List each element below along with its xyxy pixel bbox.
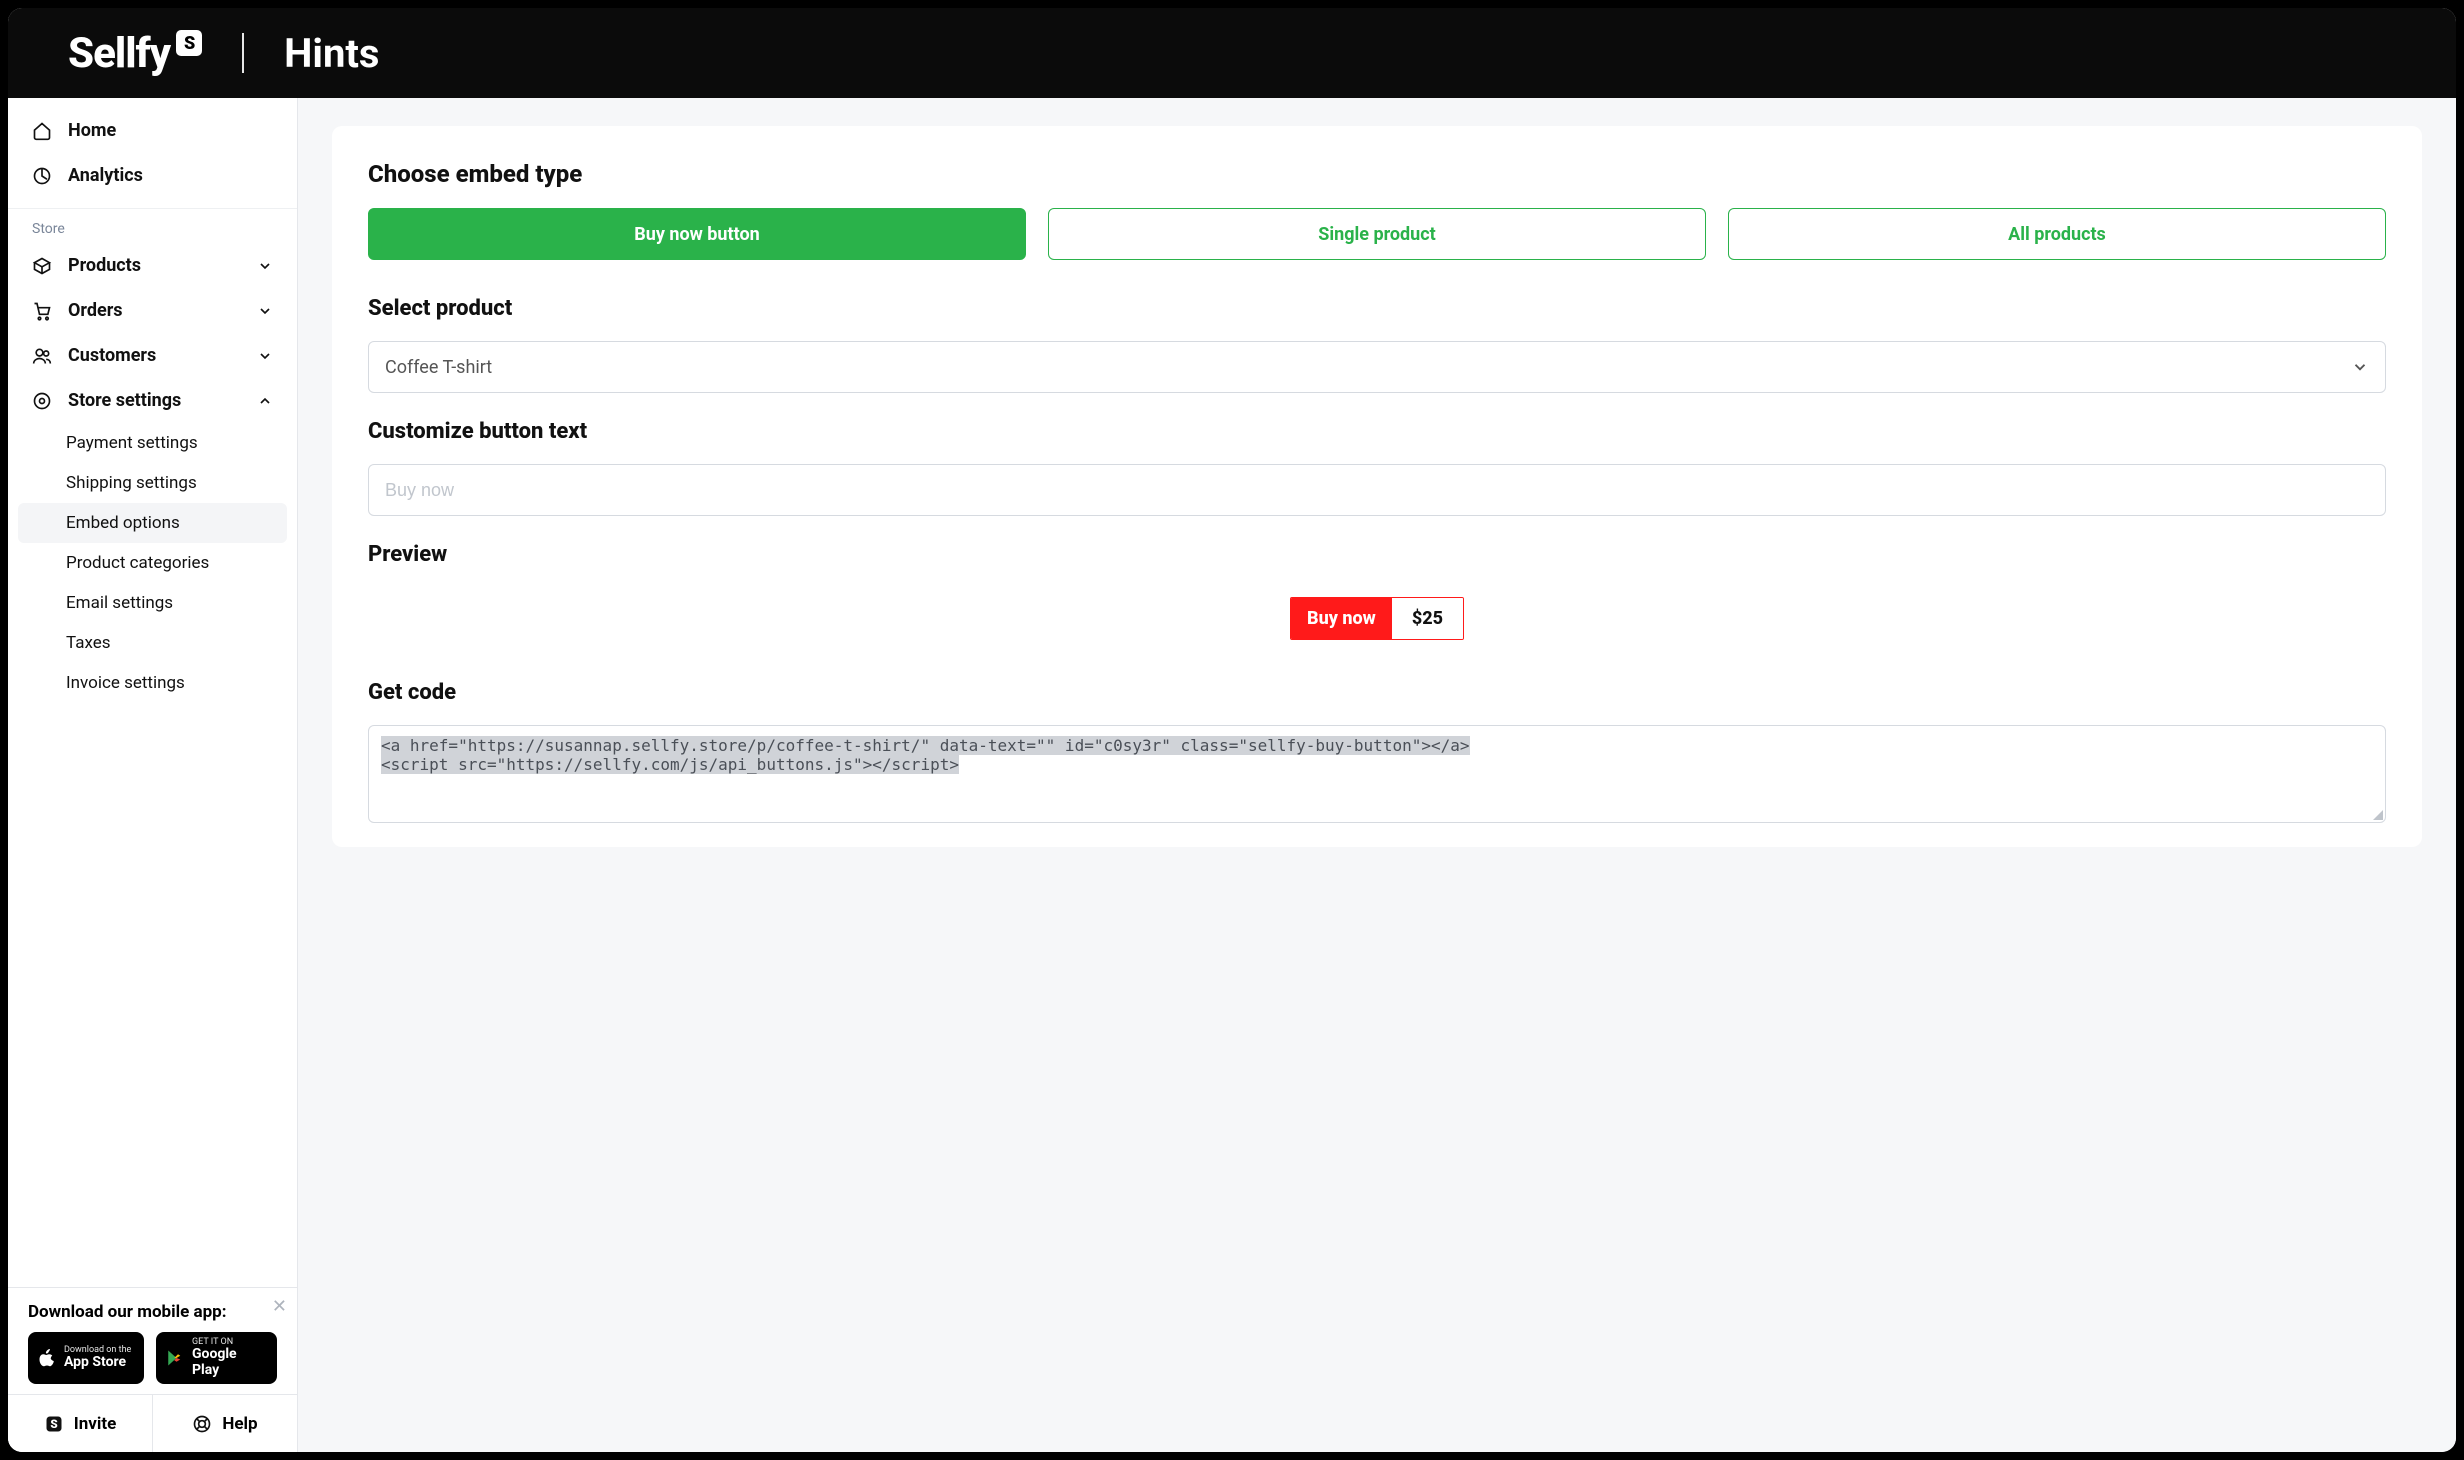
play-bottom-text: Google Play (192, 1347, 267, 1378)
appstore-top-text: Download on the (64, 1346, 131, 1355)
box-icon (32, 256, 52, 276)
sidebar-item-label: Orders (68, 300, 123, 321)
sidebar-item-customers[interactable]: Customers (8, 333, 297, 378)
topbar-separator (242, 33, 244, 73)
help-label: Help (222, 1414, 257, 1434)
brand-badge-icon: S (176, 30, 202, 56)
product-select-value: Coffee T-shirt (385, 357, 492, 378)
settings-icon (32, 391, 52, 411)
help-icon (192, 1414, 212, 1434)
brand-logo[interactable]: Sellfy S (68, 29, 202, 78)
preview-buy-button[interactable]: Buy now $25 (1290, 597, 1464, 640)
sidebar-item-label: Products (68, 255, 141, 276)
invite-label: Invite (74, 1414, 117, 1434)
home-icon (32, 121, 52, 141)
sidebar-sub-product-categories[interactable]: Product categories (8, 543, 297, 583)
brand-text: Sellfy (68, 29, 170, 78)
sidebar-item-label: Store settings (68, 390, 181, 411)
chevron-down-icon (257, 348, 273, 364)
chevron-up-icon (257, 393, 273, 409)
sidebar-group-label: Store (8, 209, 297, 243)
sidebar-item-store-settings[interactable]: Store settings (8, 378, 297, 423)
sidebar-item-orders[interactable]: Orders (8, 288, 297, 333)
tab-buy-now-button[interactable]: Buy now button (368, 208, 1026, 260)
svg-text:S: S (50, 1417, 57, 1431)
invite-icon: S (44, 1414, 64, 1434)
main-content: Choose embed type Buy now button Single … (298, 98, 2456, 1452)
chevron-down-icon (257, 303, 273, 319)
sidebar-sub-email-settings[interactable]: Email settings (8, 583, 297, 623)
cart-icon (32, 301, 52, 321)
appstore-bottom-text: App Store (64, 1355, 131, 1370)
tab-all-products[interactable]: All products (1728, 208, 2386, 260)
close-icon[interactable]: ✕ (272, 1296, 287, 1317)
download-panel: ✕ Download our mobile app: Download on t… (8, 1287, 297, 1394)
users-icon (32, 346, 52, 366)
download-title: Download our mobile app: (28, 1302, 277, 1322)
sidebar-sub-taxes[interactable]: Taxes (8, 623, 297, 663)
sidebar-sub-invoice-settings[interactable]: Invoice settings (8, 663, 297, 703)
sidebar-item-analytics[interactable]: Analytics (8, 153, 297, 198)
apple-icon (38, 1347, 56, 1369)
help-button[interactable]: Help (153, 1395, 297, 1452)
invite-button[interactable]: S Invite (8, 1395, 152, 1452)
sidebar-item-label: Analytics (68, 165, 143, 186)
googleplay-badge[interactable]: GET IT ON Google Play (156, 1332, 277, 1384)
page-title: Hints (284, 30, 379, 77)
choose-embed-title: Choose embed type (368, 160, 2386, 188)
sidebar-sub-payment-settings[interactable]: Payment settings (8, 423, 297, 463)
sidebar-sub-embed-options[interactable]: Embed options (18, 503, 287, 543)
customize-text-title: Customize button text (368, 419, 2386, 444)
preview-buy-label: Buy now (1291, 598, 1392, 639)
sidebar-sub-shipping-settings[interactable]: Shipping settings (8, 463, 297, 503)
chevron-down-icon (2351, 358, 2369, 376)
chevron-down-icon (257, 258, 273, 274)
topbar: Sellfy S Hints (8, 8, 2456, 98)
get-code-title: Get code (368, 680, 2386, 705)
preview-title: Preview (368, 542, 2386, 567)
sidebar-item-home[interactable]: Home (8, 108, 297, 153)
product-select[interactable]: Coffee T-shirt (368, 341, 2386, 393)
sidebar-item-products[interactable]: Products (8, 243, 297, 288)
play-top-text: GET IT ON (192, 1338, 267, 1347)
resize-handle-icon[interactable] (2373, 810, 2383, 820)
analytics-icon (32, 166, 52, 186)
sidebar: Home Analytics Store Products (8, 98, 298, 1452)
select-product-title: Select product (368, 296, 2386, 321)
tab-single-product[interactable]: Single product (1048, 208, 1706, 260)
embed-code-textarea[interactable]: <a href="https://susannap.sellfy.store/p… (368, 725, 2386, 823)
button-text-input[interactable] (385, 480, 2369, 501)
sidebar-item-label: Home (68, 120, 116, 141)
sidebar-item-label: Customers (68, 345, 156, 366)
preview-buy-price: $25 (1392, 598, 1463, 639)
play-icon (166, 1348, 184, 1368)
appstore-badge[interactable]: Download on the App Store (28, 1332, 144, 1384)
